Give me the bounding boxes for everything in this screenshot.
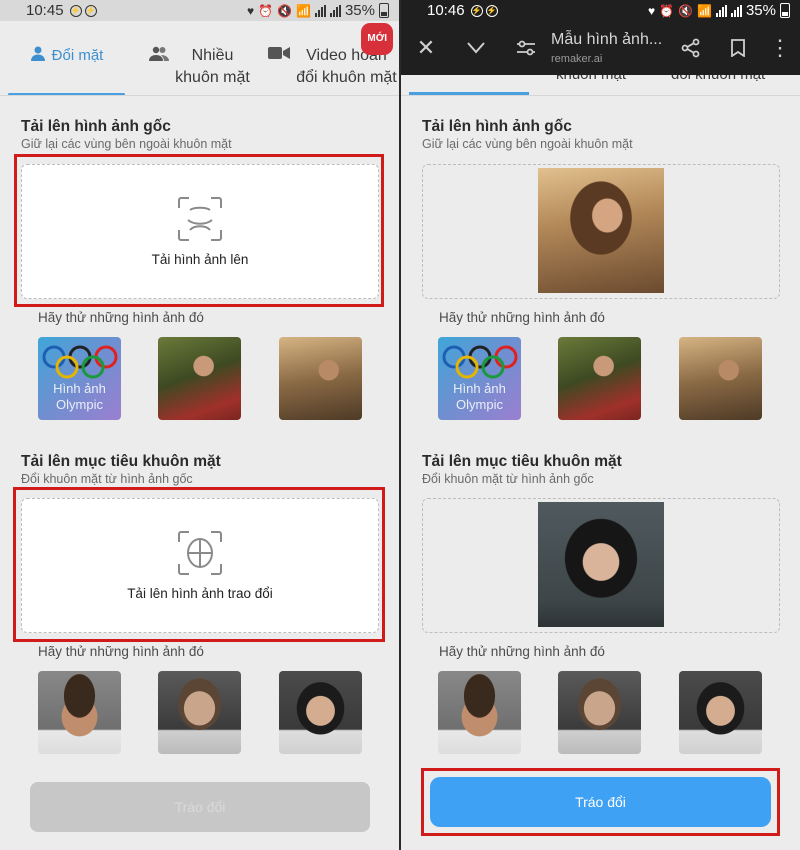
- olympic-line2: Olympic: [456, 397, 503, 412]
- tab-video-face-swap[interactable]: Video hoán đổi khuôn mặt MỚI: [266, 21, 399, 96]
- sample-woman-forest[interactable]: [158, 337, 241, 420]
- sample-man[interactable]: [438, 671, 521, 754]
- try-samples-label: Hãy thử những hình ảnh đó: [439, 644, 605, 659]
- chevron-down-icon[interactable]: [451, 21, 501, 75]
- mode-tabs: Đổi mặt Nhiều khuôn mặt Video hoán đổi khu…: [0, 21, 399, 96]
- uploaded-original-dropzone[interactable]: [422, 164, 780, 299]
- signal-icon: [329, 4, 341, 17]
- sample-woman-1[interactable]: [558, 671, 641, 754]
- section-title-original: Tải lên hình ảnh gốc: [422, 118, 572, 135]
- tab-label-line2: khuôn mặt: [175, 69, 250, 86]
- battery-percent: 35%: [745, 2, 776, 19]
- status-bar: 10:45 ⚡ ⚡ ♥ ⏰ 🔇 📶 35%: [0, 0, 399, 21]
- messenger-icon: ⚡: [69, 4, 82, 17]
- messenger-icon: ⚡: [84, 4, 97, 17]
- tab-divider: [0, 95, 399, 96]
- battery-icon: [379, 3, 389, 18]
- signal-icon: [715, 4, 727, 17]
- sample-olympic[interactable]: Hình ảnh Olympic: [38, 337, 121, 420]
- olympic-rings-icon: [442, 345, 517, 379]
- try-samples-label: Hãy thử những hình ảnh đó: [38, 310, 204, 325]
- clock: 10:46: [427, 2, 465, 19]
- status-bar: 10:46 ⚡ ⚡ ♥ ⏰ 🔇 📶 35%: [401, 0, 800, 21]
- screenshot-comparison: 10:45 ⚡ ⚡ ♥ ⏰ 🔇 📶 35% Đổi mặt Nhiều khuô…: [0, 0, 800, 850]
- section-title-original: Tải lên hình ảnh gốc: [21, 118, 171, 135]
- video-camera-icon: [268, 45, 291, 67]
- try-samples-label: Hãy thử những hình ảnh đó: [439, 310, 605, 325]
- try-samples-label: Hãy thử những hình ảnh đó: [38, 644, 204, 659]
- tab-label: Đổi mặt: [51, 47, 104, 64]
- tab-divider: [401, 95, 800, 96]
- more-vert-icon[interactable]: ⋮: [760, 21, 800, 75]
- section-title-target: Tải lên mục tiêu khuôn mặt: [21, 453, 221, 470]
- tab-label-line2: đổi khuôn mặt: [296, 69, 397, 86]
- tab-face-swap[interactable]: Đổi mặt: [0, 21, 133, 96]
- sample-woman-sunset[interactable]: [679, 337, 762, 420]
- tab-label-line1: Nhiều: [191, 47, 234, 64]
- page-title: Mẫu hình ảnh...: [551, 31, 663, 48]
- share-icon[interactable]: [666, 21, 716, 75]
- new-badge: MỚI: [361, 23, 393, 55]
- mute-icon: 🔇: [678, 3, 694, 18]
- page-url: remaker.ai: [551, 53, 603, 65]
- battery-icon: [780, 3, 790, 18]
- uploaded-original-photo: [538, 168, 664, 293]
- olympic-line2: Olympic: [56, 397, 103, 412]
- close-icon[interactable]: ✕: [401, 21, 451, 75]
- section-subtitle-original: Giữ lại các vùng bên ngoài khuôn mặt: [21, 137, 232, 151]
- alarm-icon: ⏰: [659, 3, 675, 18]
- heart-icon: ♥: [647, 3, 656, 18]
- bookmark-icon[interactable]: [716, 21, 760, 75]
- sample-woman-2[interactable]: [279, 671, 362, 754]
- people-icon: [149, 45, 170, 68]
- browser-toolbar: ✕ Mẫu hình ảnh... remaker.ai ⋮: [401, 21, 800, 75]
- wifi-icon: 📶: [296, 3, 311, 18]
- signal-icon: [314, 4, 326, 17]
- clock: 10:45: [26, 2, 64, 19]
- left-screen: 10:45 ⚡ ⚡ ♥ ⏰ 🔇 📶 35% Đổi mặt Nhiều khuô…: [0, 0, 399, 850]
- section-title-target: Tải lên mục tiêu khuôn mặt: [422, 453, 622, 470]
- sample-man[interactable]: [38, 671, 121, 754]
- highlight-box: [13, 487, 385, 642]
- olympic-line1: Hình ảnh: [453, 381, 506, 396]
- uploaded-target-photo: [538, 502, 664, 627]
- right-screen: 10:46 ⚡ ⚡ ♥ ⏰ 🔇 📶 35% ✕ Mẫu hình ảnh... …: [401, 0, 800, 850]
- sample-woman-1[interactable]: [158, 671, 241, 754]
- messenger-icon: ⚡: [485, 4, 498, 17]
- sample-woman-forest[interactable]: [558, 337, 641, 420]
- sample-woman-sunset[interactable]: [279, 337, 362, 420]
- olympic-line1: Hình ảnh: [53, 381, 106, 396]
- alarm-icon: ⏰: [258, 3, 274, 18]
- swap-button-disabled[interactable]: Tráo đổi: [30, 782, 370, 832]
- olympic-rings-icon: [42, 345, 117, 379]
- tabs-peek: khuôn mặt đổi khuôn mặt: [401, 75, 800, 96]
- section-subtitle-target: Đổi khuôn mặt từ hình ảnh gốc: [21, 472, 193, 486]
- section-subtitle-target: Đổi khuôn mặt từ hình ảnh gốc: [422, 472, 594, 486]
- wifi-icon: 📶: [697, 3, 712, 18]
- tune-icon[interactable]: [501, 21, 551, 75]
- person-icon: [30, 45, 46, 68]
- page-title-area: Mẫu hình ảnh... remaker.ai: [551, 31, 666, 65]
- tab-multiple-faces[interactable]: Nhiều khuôn mặt: [133, 21, 266, 96]
- status-icons: ♥ ⏰ 🔇 📶 35%: [247, 2, 389, 19]
- status-icons: ♥ ⏰ 🔇 📶 35%: [648, 2, 790, 19]
- peek-tab-2: đổi khuôn mặt: [671, 75, 765, 83]
- heart-icon: ♥: [246, 3, 255, 18]
- signal-icon: [730, 4, 742, 17]
- section-subtitle-original: Giữ lại các vùng bên ngoài khuôn mặt: [422, 137, 633, 151]
- battery-percent: 35%: [344, 2, 375, 19]
- peek-tab-1: khuôn mặt: [556, 75, 626, 83]
- swap-button[interactable]: Tráo đổi: [430, 777, 771, 827]
- highlight-box: [14, 154, 384, 307]
- uploaded-target-dropzone[interactable]: [422, 498, 780, 633]
- sample-woman-2[interactable]: [679, 671, 762, 754]
- messenger-icon: ⚡: [470, 4, 483, 17]
- mute-icon: 🔇: [277, 3, 293, 18]
- sample-olympic[interactable]: Hình ảnh Olympic: [438, 337, 521, 420]
